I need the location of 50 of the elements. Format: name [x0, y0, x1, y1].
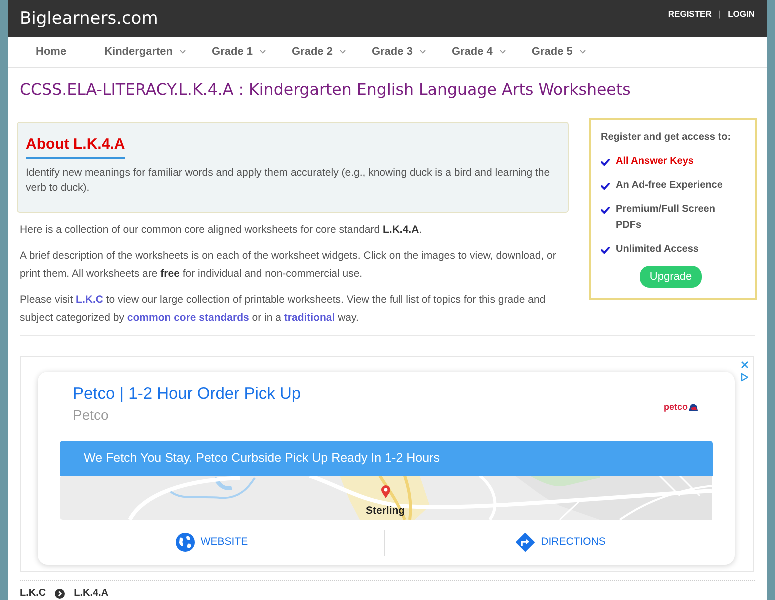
intro-paragraph: Please visit L.K.C to view our large collection of printable worksheets. View the full list of topics for this grade and subject categorized by common core standards or in a traditional way. [19, 293, 547, 326]
breadcrumb-link[interactable]: L.K.4.A [74, 588, 109, 600]
intro-paragraph: A brief description of the worksheets is on each of the worksheet widgets. Click on the images to view, download, or print them. All worksheets are free for individual and non-commercial use. [19, 249, 558, 282]
triangle-icon [741, 373, 749, 382]
text-link[interactable]: L.K.C [76, 294, 104, 306]
map-pin-icon [381, 485, 391, 499]
panel-title: Register and get access to: [601, 131, 732, 145]
nav-link[interactable]: Grade 2 [292, 45, 346, 59]
nav-link[interactable]: Kindergarten [104, 45, 186, 59]
section-heading: About L.K.4.A [26, 135, 126, 159]
map-label: Sterling [366, 505, 406, 517]
caret-icon [340, 50, 346, 54]
text-link[interactable]: traditional [284, 312, 336, 324]
check-icon [601, 207, 610, 214]
page-title: CCSS.ELA-LITERACY.L.K.4.A : Kindergarten English Language Arts Worksheets [19, 79, 632, 101]
website-link[interactable]: WEBSITE [176, 533, 248, 552]
feature-label: All Answer Keys [616, 155, 694, 169]
about-description: Identify new meanings for familiar words and apply them accurately (e.g., knowing duck is a bird and learning the verb to duck). [26, 166, 552, 196]
header-link[interactable]: LOGIN [728, 9, 755, 20]
caret-icon [180, 50, 186, 54]
caret-icon [580, 50, 586, 54]
site-logo[interactable]: Biglearners.com [20, 6, 158, 30]
caret-icon [420, 50, 426, 54]
feature-label: Premium/Full Screen PDFs [616, 203, 716, 233]
advertiser-logo: petco [664, 402, 688, 412]
feature-label: Unlimited Access [616, 243, 699, 257]
link-separator: | [718, 9, 722, 20]
header-link[interactable]: REGISTER [668, 9, 712, 20]
check-icon [601, 247, 610, 254]
ad-title[interactable]: Petco | 1-2 Hour Order Pick Up [73, 383, 302, 405]
logo-mark-icon [688, 402, 699, 412]
intro-paragraph: Here is a collection of our common core aligned worksheets for core standard L.K.4.A. [19, 223, 424, 238]
caret-icon [500, 50, 506, 54]
close-icon [741, 361, 749, 369]
ad-advertiser: Petco [73, 406, 110, 425]
text-link[interactable]: common core standards [127, 312, 250, 324]
nav-link[interactable]: Grade 5 [532, 45, 586, 59]
nav-link[interactable]: Grade 1 [212, 45, 266, 59]
directions-link[interactable]: DIRECTIONS [516, 533, 606, 552]
nav-link[interactable]: Home [36, 45, 67, 59]
breadcrumb-link[interactable]: L.K.C [20, 588, 46, 600]
feature-label: An Ad-free Experience [616, 179, 723, 193]
check-icon [601, 159, 610, 166]
nav-link[interactable]: Grade 3 [372, 45, 426, 59]
check-icon [601, 183, 610, 190]
directions-icon [516, 533, 536, 552]
ad-banner: We Fetch You Stay. Petco Curbside Pick Up Ready In 1-2 Hours [60, 441, 713, 476]
nav-link[interactable]: Grade 4 [452, 45, 506, 59]
caret-icon [260, 50, 266, 54]
globe-icon [176, 533, 195, 552]
